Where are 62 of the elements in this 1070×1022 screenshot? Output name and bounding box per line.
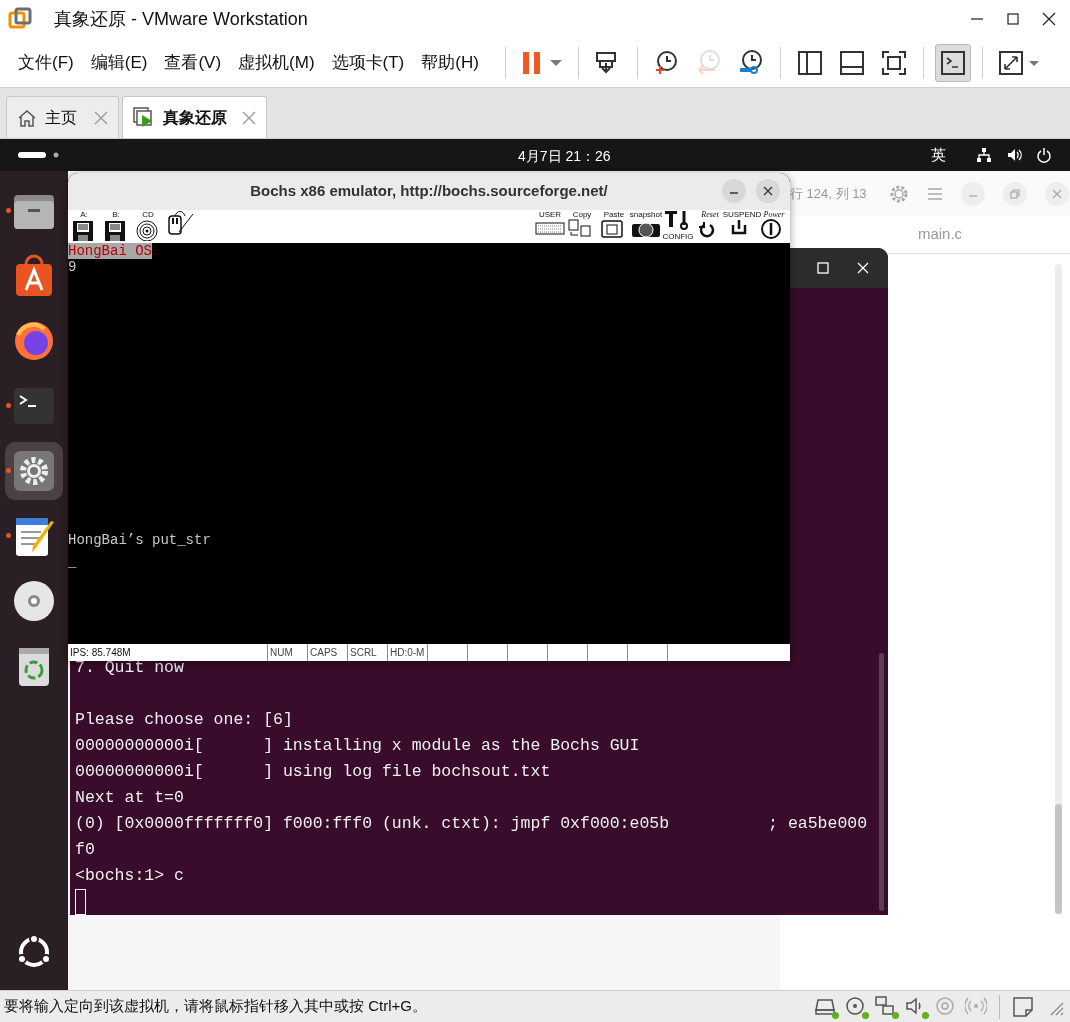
close-button[interactable] — [756, 179, 780, 203]
input-method-indicator[interactable]: 英 — [931, 143, 946, 167]
console-icon — [938, 48, 967, 77]
stretch-icon — [996, 48, 1041, 77]
menu-item[interactable]: 帮助(H) — [413, 44, 487, 81]
fullscreen-icon — [879, 48, 908, 77]
window-title: Bochs x86 emulator, http://bochs.sourceforge.net/ — [250, 181, 608, 202]
terminal-line: <bochs:1> c — [75, 865, 185, 887]
tab[interactable]: 真象还原 — [122, 96, 267, 138]
app-logo-icon — [8, 7, 32, 31]
emulator-toolbar-button[interactable]: USER — [534, 210, 566, 243]
status-cell: CAPS — [308, 644, 348, 661]
emulator-toolbar-button[interactable]: Paste — [598, 210, 630, 243]
panel-layout-icon — [837, 48, 866, 77]
emulator-toolbar-button[interactable]: snapshot — [630, 210, 662, 243]
status-message: 要将输入定向到该虚拟机，请将鼠标指针移入其中或按 Ctrl+G。 — [4, 996, 427, 1017]
menu-item[interactable]: 选项卡(T) — [323, 44, 413, 81]
status-cell: IPS: 85.748M — [68, 644, 268, 661]
volume-icon — [1006, 147, 1022, 163]
screen-text: HongBai’s put_str — [68, 532, 211, 548]
menu-item[interactable]: 虚拟机(M) — [230, 44, 323, 81]
status-cell: NUM — [268, 644, 308, 661]
dock-item[interactable] — [5, 442, 63, 500]
vm-play-icon — [133, 106, 155, 129]
terminal-line: f0 — [75, 839, 96, 861]
status-cell: SCRL — [348, 644, 388, 661]
disc-icon[interactable] — [845, 995, 867, 1018]
emulator-toolbar-button[interactable]: Copy — [566, 210, 598, 243]
maximize-button[interactable] — [1006, 12, 1020, 26]
emulator-toolbar-button[interactable]: CONFIG — [662, 210, 694, 243]
screen-text: 9 — [68, 259, 77, 275]
tab[interactable]: 主页 — [6, 96, 119, 138]
menu-item[interactable]: 编辑(E) — [82, 44, 156, 81]
screen-cursor: _ — [68, 554, 77, 570]
emulator-toolbar-button[interactable]: B: — [100, 210, 132, 243]
terminal-line: 00000000000i[ ] installing x module as the Bochs GUI — [75, 735, 641, 757]
network-icon — [976, 147, 992, 163]
emulator-toolbar-button[interactable]: A: — [68, 210, 100, 243]
os-banner: HongBai OS — [68, 243, 152, 259]
sidebar-layout-icon — [795, 48, 824, 77]
clock[interactable]: 4月7日 21：26 — [518, 146, 611, 167]
terminal-line: 00000000000i[ ] using log file bochsout.txt — [75, 761, 552, 783]
home-icon — [17, 107, 37, 128]
status-cell: HD:0-M — [388, 644, 428, 661]
scrollbar[interactable] — [1055, 264, 1062, 914]
text-cursor — [75, 889, 86, 915]
network-icon[interactable] — [875, 995, 897, 1018]
menu-item[interactable]: 文件(F) — [10, 44, 82, 81]
terminal-line: (0) [0x0000fffffff0] f000:fff0 (unk. ctxt): jmpf 0xf000:e05b ; ea5be000 — [75, 813, 869, 835]
cursor-position: 行 124, 列 13 — [790, 185, 867, 204]
scrollbar[interactable] — [879, 653, 884, 911]
window-title: 真象还原 - VMware Workstation — [54, 7, 308, 31]
terminal-line: Next at t=0 — [75, 787, 185, 809]
minimize-button[interactable] — [722, 179, 746, 203]
close-button[interactable] — [1042, 12, 1056, 26]
close-icon[interactable] — [242, 110, 256, 125]
terminal-line: Please choose one: [6] — [75, 709, 294, 731]
console-button[interactable] — [934, 43, 971, 82]
note-icon[interactable] — [1012, 995, 1034, 1018]
emulator-toolbar-button[interactable]: CD — [132, 210, 164, 243]
menu-item[interactable]: 查看(V) — [156, 44, 230, 81]
power-icon — [1036, 147, 1052, 163]
